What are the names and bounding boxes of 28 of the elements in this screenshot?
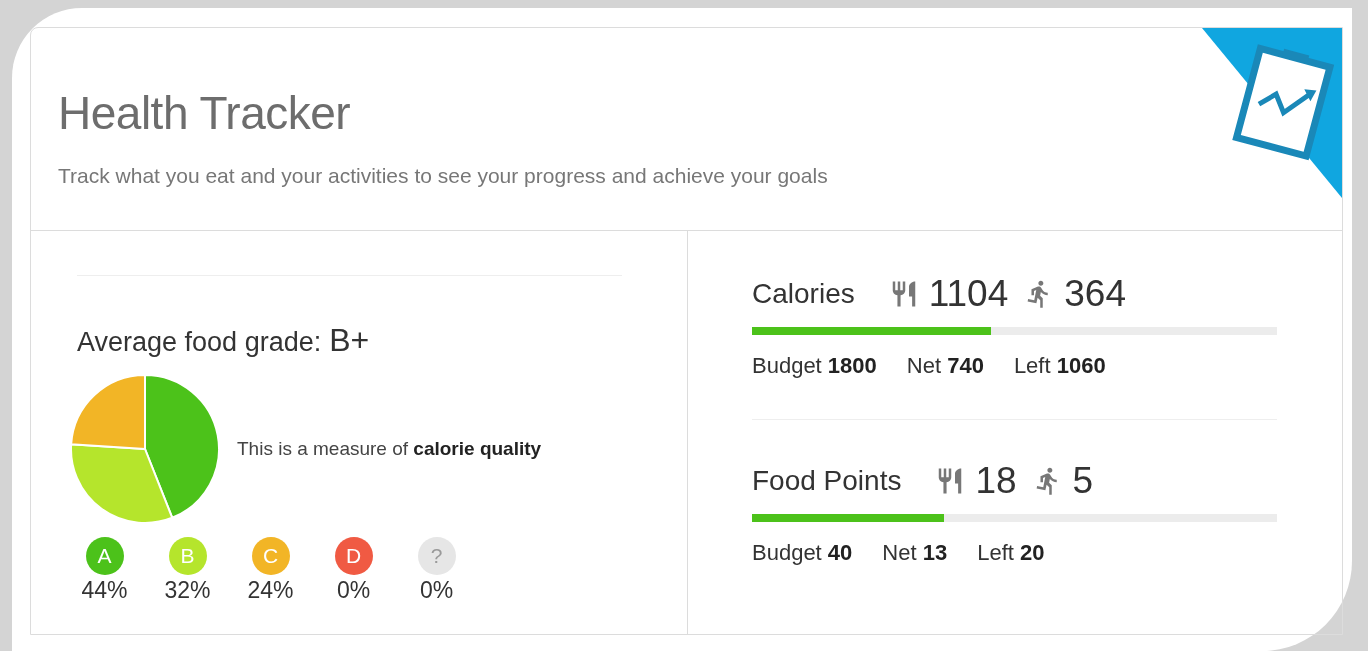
stat-title: Food Points — [752, 465, 902, 497]
grade-note: This is a measure of calorie quality — [237, 438, 542, 460]
grade-dot: A — [85, 537, 124, 575]
stat-figure: Budget 1800 — [752, 353, 877, 379]
grade-value: B+ — [329, 322, 370, 359]
stat-figure: Left 20 — [977, 540, 1045, 566]
food-value: 1104 — [928, 273, 1009, 315]
clipboard-chart-icon — [1202, 28, 1342, 198]
stat-figure: Left 1060 — [1013, 353, 1106, 379]
grade-dot: D — [334, 537, 373, 575]
stat-title: Calories — [752, 278, 855, 310]
exercise-value: 5 — [1072, 460, 1094, 502]
grade-percent: 24% — [247, 577, 294, 604]
grade-dot: ? — [417, 537, 456, 575]
grade-label: Average food grade: — [77, 327, 322, 358]
grade-percent: 32% — [164, 577, 211, 604]
grade-dot: C — [251, 537, 290, 575]
exercise-value: 364 — [1064, 273, 1126, 315]
stat-figure: Budget 40 — [752, 540, 853, 566]
stat-figure: Net 13 — [882, 540, 948, 566]
grade-percent: 0% — [336, 577, 371, 604]
grade-dot: B — [168, 537, 207, 575]
grade-percent: 0% — [419, 577, 454, 604]
grade-percent: 44% — [81, 577, 128, 604]
stat-figure: Net 740 — [906, 353, 984, 379]
page-title: Health Tracker — [58, 86, 352, 140]
food-value: 18 — [975, 460, 1017, 502]
page-subtitle: Track what you eat and your activities to see your progress and achieve your goals — [58, 164, 829, 188]
